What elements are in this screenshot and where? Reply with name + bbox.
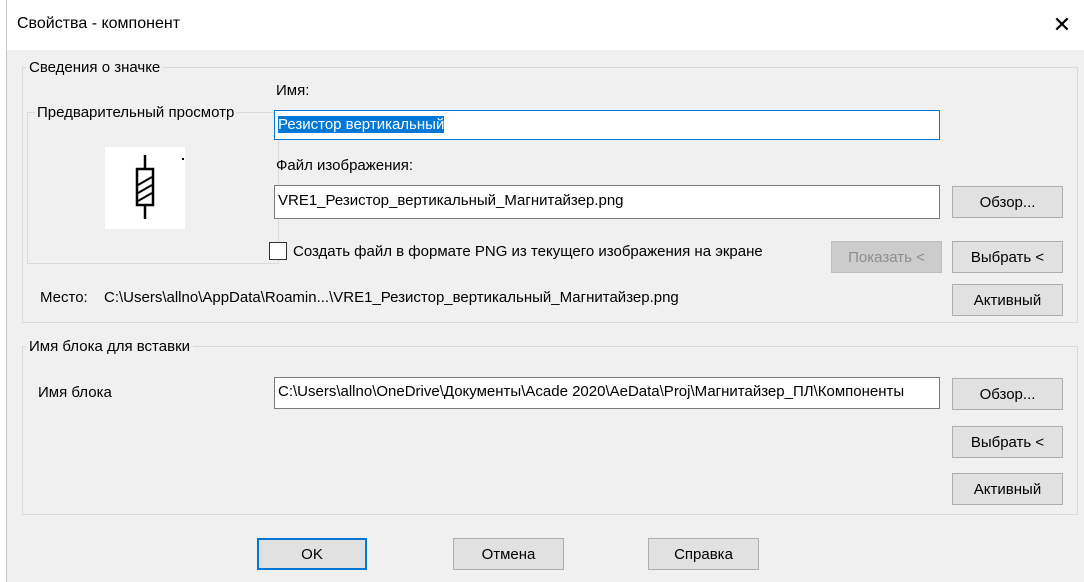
cancel-button[interactable]: Отмена — [453, 538, 564, 570]
block-name-input[interactable]: C:\Users\allno\OneDrive\Документы\Acade … — [274, 377, 940, 409]
block-name-group: Имя блока для вставки — [22, 338, 1078, 515]
location-label: Место: — [40, 289, 88, 306]
dialog-title: Свойства - компонент — [17, 15, 181, 32]
block-browse-button[interactable]: Обзор... — [952, 378, 1063, 410]
component-properties-dialog: Свойства - компонент ✕ Сведения о значке… — [6, 0, 1084, 582]
create-png-label: Создать файл в формате PNG из текущего и… — [293, 243, 763, 260]
preview-label: Предварительный просмотр — [35, 104, 237, 121]
block-name-legend: Имя блока для вставки — [29, 338, 191, 355]
name-label: Имя: — [276, 82, 310, 99]
name-input[interactable]: Резистор вертикальный — [274, 110, 940, 140]
image-file-label: Файл изображения: — [276, 157, 414, 174]
icon-active-button[interactable]: Активный — [952, 284, 1063, 316]
resistor-symbol-icon — [135, 155, 184, 219]
icon-info-legend: Сведения о значке — [29, 59, 161, 76]
image-browse-button[interactable]: Обзор... — [952, 186, 1063, 218]
image-file-input[interactable]: VRE1_Резистор_вертикальный_Магнитайзер.p… — [274, 185, 940, 219]
block-pick-button[interactable]: Выбрать < — [952, 426, 1063, 458]
block-name-label: Имя блока — [38, 384, 112, 401]
show-button[interactable]: Показать < — [831, 241, 942, 273]
ok-button[interactable]: OK — [257, 538, 367, 570]
location-value: C:\Users\allno\AppData\Roamin...\VRE1_Ре… — [104, 289, 679, 306]
help-button[interactable]: Справка — [648, 538, 759, 570]
title-bar: Свойства - компонент ✕ — [7, 0, 1084, 50]
preview-image — [105, 147, 185, 229]
name-input-value: Резистор вертикальный — [278, 116, 445, 133]
create-png-checkbox[interactable] — [269, 242, 287, 260]
close-icon[interactable]: ✕ — [1039, 0, 1084, 50]
block-active-button[interactable]: Активный — [952, 473, 1063, 505]
icon-pick-button[interactable]: Выбрать < — [952, 241, 1063, 273]
